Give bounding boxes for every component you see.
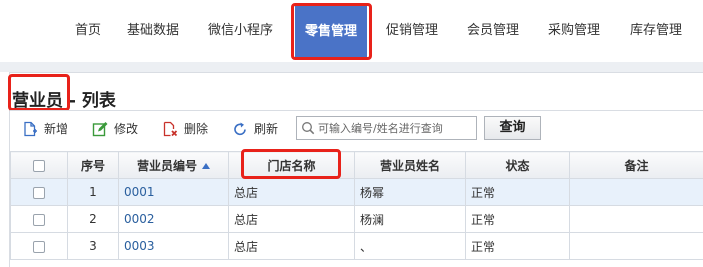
add-button-label: 新增 xyxy=(44,122,69,136)
row-index: 1 xyxy=(67,178,119,206)
nav-item-member-management[interactable]: 会员管理 xyxy=(467,0,519,62)
delete-button[interactable]: 删除 xyxy=(162,116,208,142)
row-checkbox[interactable] xyxy=(33,186,45,199)
add-button[interactable]: 新增 xyxy=(22,116,68,142)
page-title: 营业员 - 列表 xyxy=(12,91,116,111)
row-name: 杨澜 xyxy=(354,205,466,233)
row-store: 总店 xyxy=(228,178,355,206)
column-header-status: 状态 xyxy=(465,151,570,179)
delete-button-label: 删除 xyxy=(184,122,209,136)
column-header-store: 门店名称 xyxy=(228,151,355,179)
edit-button-label: 修改 xyxy=(114,122,139,136)
nav-item-retail-management[interactable]: 零售管理 xyxy=(295,3,368,60)
query-button[interactable]: 查询 xyxy=(484,116,541,140)
column-header-code-label: 营业员编号 xyxy=(136,158,197,173)
refresh-button-label: 刷新 xyxy=(254,122,279,136)
refresh-button[interactable]: 刷新 xyxy=(232,116,278,142)
table-row[interactable]: 1 0001 总店 杨幂 正常 xyxy=(10,178,703,206)
refresh-icon xyxy=(234,122,246,136)
row-note xyxy=(569,178,703,206)
top-navigation: 首页 基础数据 微信小程序 零售管理 促销管理 会员管理 采购管理 库存管理 xyxy=(0,0,703,62)
column-header-note: 备注 xyxy=(569,151,703,179)
row-checkbox[interactable] xyxy=(33,213,45,226)
table-header-row: 序号 营业员编号 门店名称 营业员姓名 状态 备注 xyxy=(10,151,703,179)
content-gap xyxy=(0,62,703,72)
row-checkbox[interactable] xyxy=(33,240,45,253)
add-document-icon xyxy=(24,121,37,137)
row-code-link[interactable]: 0001 xyxy=(118,178,229,206)
row-store: 总店 xyxy=(228,232,355,260)
table-row[interactable]: 2 0002 总店 杨澜 正常 xyxy=(10,205,703,233)
row-code-link[interactable]: 0003 xyxy=(118,232,229,260)
column-header-index: 序号 xyxy=(67,151,119,179)
nav-item-inventory-management[interactable]: 库存管理 xyxy=(630,0,682,62)
row-status: 正常 xyxy=(465,205,570,233)
edit-pencil-icon xyxy=(92,122,108,137)
nav-item-promotion-management[interactable]: 促销管理 xyxy=(386,0,438,62)
edit-button[interactable]: 修改 xyxy=(92,116,138,142)
select-all-checkbox[interactable] xyxy=(33,159,45,172)
row-note xyxy=(569,205,703,233)
select-all-cell[interactable] xyxy=(10,151,68,179)
table-row[interactable]: 3 0003 总店 、 正常 xyxy=(10,232,703,260)
row-checkbox-cell[interactable] xyxy=(10,232,68,260)
search-field[interactable] xyxy=(296,116,477,140)
nav-item-home[interactable]: 首页 xyxy=(75,0,101,62)
delete-document-icon xyxy=(163,121,178,137)
search-icon xyxy=(302,122,315,135)
nav-item-wechat-mini-program[interactable]: 微信小程序 xyxy=(208,0,273,62)
column-header-code[interactable]: 营业员编号 xyxy=(118,151,229,179)
row-checkbox-cell[interactable] xyxy=(10,178,68,206)
sort-ascending-icon[interactable] xyxy=(202,163,210,169)
row-note xyxy=(569,232,703,260)
search-input[interactable] xyxy=(318,121,468,135)
row-checkbox-cell[interactable] xyxy=(10,205,68,233)
row-index: 2 xyxy=(67,205,119,233)
nav-item-basic-data[interactable]: 基础数据 xyxy=(127,0,179,62)
row-index: 3 xyxy=(67,232,119,260)
row-status: 正常 xyxy=(465,232,570,260)
row-code-link[interactable]: 0002 xyxy=(118,205,229,233)
row-name: 、 xyxy=(354,232,466,260)
row-name: 杨幂 xyxy=(354,178,466,206)
row-store: 总店 xyxy=(228,205,355,233)
title-divider xyxy=(10,110,703,111)
row-status: 正常 xyxy=(465,178,570,206)
nav-item-purchase-management[interactable]: 采购管理 xyxy=(548,0,600,62)
salesperson-table: 序号 营业员编号 门店名称 营业员姓名 状态 备注 1 0001 总店 杨幂 正… xyxy=(10,151,703,260)
column-header-name: 营业员姓名 xyxy=(354,151,466,179)
